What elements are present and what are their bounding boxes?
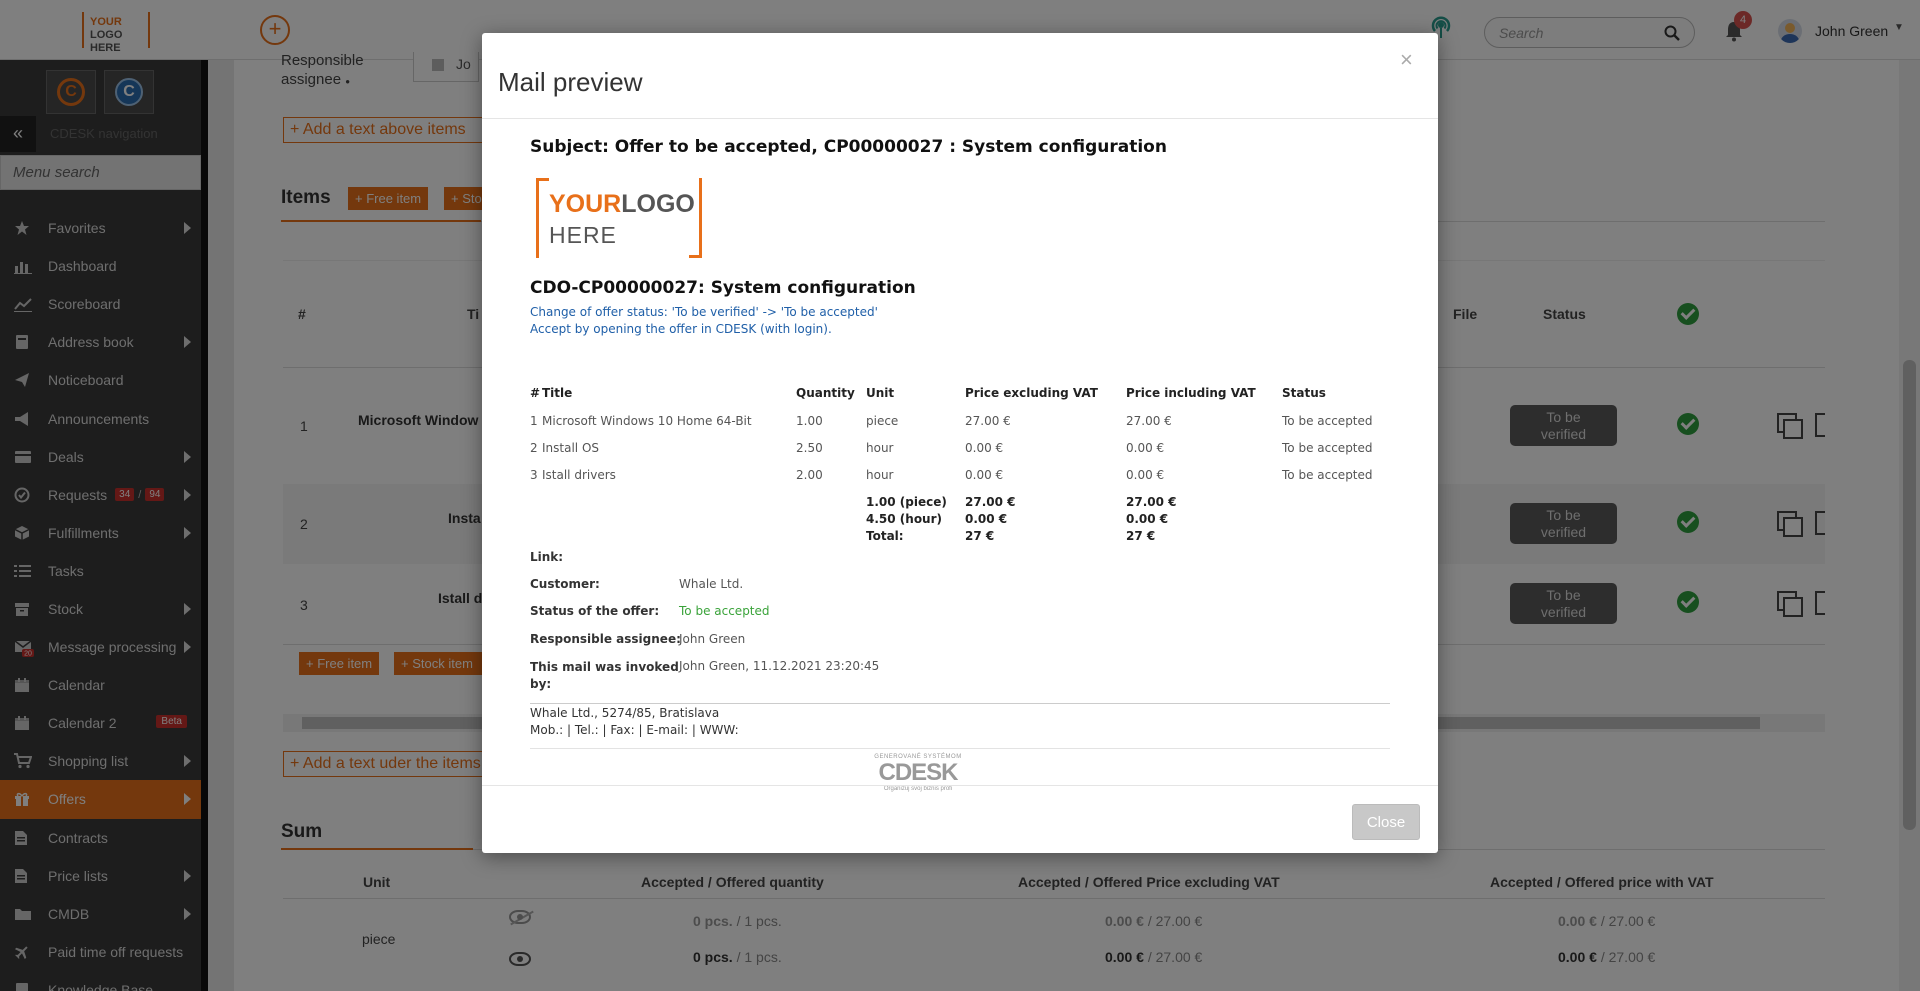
mail-footer-divider: [530, 703, 1390, 704]
mail-footer-address: Whale Ltd., 5274/85, Bratislava: [530, 706, 720, 720]
mail-row-inc: 27.00 €: [1126, 414, 1172, 428]
total-inc: 27 €: [1126, 529, 1156, 543]
mail-row-status: To be accepted: [1282, 468, 1373, 482]
mail-col-qty: Quantity: [796, 386, 855, 400]
mail-totals-inc: 27.00 € 0.00 € 27 €: [1126, 494, 1176, 545]
mail-logo-here: HERE: [549, 222, 617, 248]
mail-col-inc-vat: Price including VAT: [1126, 386, 1256, 400]
mail-logo: YOURLOGO HERE: [536, 178, 702, 258]
mail-row-title: Istall drivers: [542, 468, 616, 482]
mail-totals-units: 1.00 (piece) 4.50 (hour) Total:: [866, 494, 947, 545]
mail-row-inc: 0.00 €: [1126, 441, 1165, 455]
mail-totals-ex: 27.00 € 0.00 € 27 €: [965, 494, 1015, 545]
invoked-label-line1: This mail was invoked: [530, 660, 679, 674]
total-label: Total:: [866, 529, 904, 543]
mail-responsible-label: Responsible assignee:: [530, 632, 681, 646]
mail-customer-value: Whale Ltd.: [679, 577, 744, 591]
mail-col-unit: Unit: [866, 386, 895, 400]
total-ex: 27 €: [965, 529, 995, 543]
mail-row-unit: hour: [866, 441, 894, 455]
mail-row-status: To be accepted: [1282, 414, 1373, 428]
mail-row-ex: 0.00 €: [965, 441, 1004, 455]
mail-customer-label: Customer:: [530, 577, 600, 591]
total-inc-hour: 0.00 €: [1126, 512, 1169, 526]
mail-row-qty: 2.50: [796, 441, 823, 455]
status-change-text: Change of offer status: 'To be verified'…: [530, 305, 878, 319]
mail-row-unit: hour: [866, 468, 894, 482]
total-unit-hour: 4.50 (hour): [866, 512, 943, 526]
mail-row-qty: 1.00: [796, 414, 823, 428]
mail-logo-logo: LOGO: [621, 190, 695, 218]
mail-row-num: 1: [530, 414, 538, 428]
mail-logo-your: YOUR: [549, 190, 622, 218]
mail-footer-contacts: Mob.: | Tel.: | Fax: | E-mail: | WWW:: [530, 723, 739, 737]
mail-row-unit: piece: [866, 414, 899, 428]
mail-col-title: Title: [542, 386, 573, 400]
mail-col-ex-vat: Price excluding VAT: [965, 386, 1098, 400]
mail-responsible-value: John Green: [679, 632, 746, 646]
mail-row-qty: 2.00: [796, 468, 823, 482]
mail-row-num: 2: [530, 441, 538, 455]
mail-status-value: To be accepted: [679, 604, 770, 618]
mail-row-ex: 27.00 €: [965, 414, 1011, 428]
mail-invoked-value: John Green, 11.12.2021 23:20:45: [679, 659, 880, 673]
mail-heading: CDO-CP00000027: System configuration: [530, 278, 916, 298]
accept-note-link[interactable]: Accept by opening the offer in CDESK (wi…: [530, 322, 832, 336]
mail-row-title: Install OS: [542, 441, 599, 455]
mail-col-num: #: [530, 386, 541, 400]
invoked-label-line2: by:: [530, 677, 552, 691]
total-ex-hour: 0.00 €: [965, 512, 1008, 526]
mail-row-num: 3: [530, 468, 538, 482]
total-unit-piece: 1.00 (piece): [866, 495, 947, 509]
total-inc-piece: 27.00 €: [1126, 495, 1177, 509]
mail-status-label: Status of the offer:: [530, 604, 660, 618]
mail-footer-divider-2: [530, 748, 1390, 749]
mail-row-ex: 0.00 €: [965, 468, 1004, 482]
modal-body: Subject: Offer to be accepted, CP0000002…: [482, 120, 1438, 792]
mail-invoked-label: This mail was invoked by:: [530, 659, 679, 693]
mail-preview-modal: Mail preview × Subject: Offer to be acce…: [482, 33, 1438, 853]
cdesk-logo-brand: CDESK: [878, 759, 958, 786]
close-button[interactable]: Close: [1352, 804, 1420, 840]
modal-footer: Close: [482, 785, 1438, 853]
total-ex-piece: 27.00 €: [965, 495, 1016, 509]
mail-row-inc: 0.00 €: [1126, 468, 1165, 482]
mail-link-label: Link:: [530, 550, 564, 564]
mail-row-title: Microsoft Windows 10 Home 64-Bit: [542, 414, 752, 428]
mail-subject: Subject: Offer to be accepted, CP0000002…: [530, 137, 1167, 157]
modal-header: Mail preview ×: [482, 33, 1438, 119]
mail-row-status: To be accepted: [1282, 441, 1373, 455]
mail-col-status: Status: [1282, 386, 1326, 400]
modal-title: Mail preview: [498, 67, 643, 97]
close-icon[interactable]: ×: [1400, 47, 1413, 73]
